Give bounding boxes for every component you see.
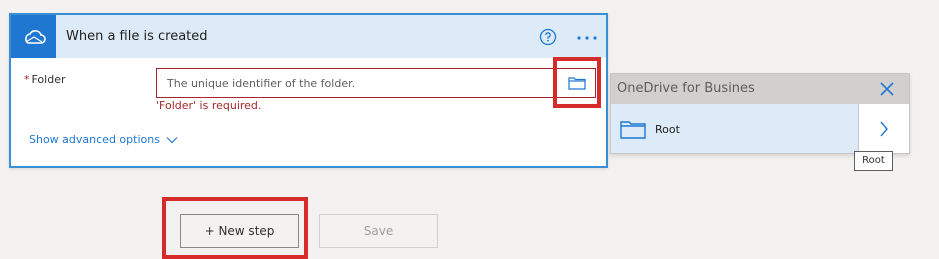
save-button[interactable]: Save bbox=[319, 214, 438, 248]
chevron-down-icon bbox=[166, 136, 178, 143]
required-marker: * bbox=[24, 73, 30, 86]
advanced-options-label: Show advanced options bbox=[29, 133, 160, 146]
onedrive-cloud-icon bbox=[11, 15, 56, 58]
folder-field bbox=[156, 68, 596, 98]
more-ellipsis-icon[interactable] bbox=[575, 28, 599, 46]
folder-field-label: * Folder bbox=[24, 73, 66, 86]
root-tooltip: Root bbox=[854, 151, 893, 171]
help-circle-icon[interactable] bbox=[539, 28, 557, 46]
folder-icon bbox=[620, 119, 646, 143]
folder-item-root-open-button[interactable] bbox=[858, 104, 909, 153]
folder-item-label: Root bbox=[655, 123, 680, 136]
new-step-button[interactable]: + New step bbox=[180, 214, 299, 248]
folder-picker-panel: OneDrive for Busines Root bbox=[610, 73, 910, 154]
folder-icon bbox=[568, 77, 586, 90]
folder-picker-button[interactable] bbox=[565, 74, 589, 92]
trigger-title: When a file is created bbox=[66, 29, 208, 44]
show-advanced-options-link[interactable]: Show advanced options bbox=[29, 133, 178, 146]
folder-picker-panel-header: OneDrive for Busines bbox=[611, 74, 909, 104]
trigger-card: When a file is created * Folder The uniq… bbox=[9, 13, 608, 168]
chevron-right-icon bbox=[880, 121, 888, 136]
close-icon[interactable] bbox=[879, 81, 895, 97]
folder-picker-panel-title: OneDrive for Busines bbox=[617, 81, 755, 96]
folder-label-text: Folder bbox=[31, 73, 66, 86]
folder-item-root[interactable]: Root bbox=[611, 104, 858, 153]
folder-error-message: 'Folder' is required. bbox=[156, 99, 262, 112]
trigger-card-header[interactable]: When a file is created bbox=[11, 15, 606, 58]
folder-input[interactable] bbox=[157, 70, 557, 96]
